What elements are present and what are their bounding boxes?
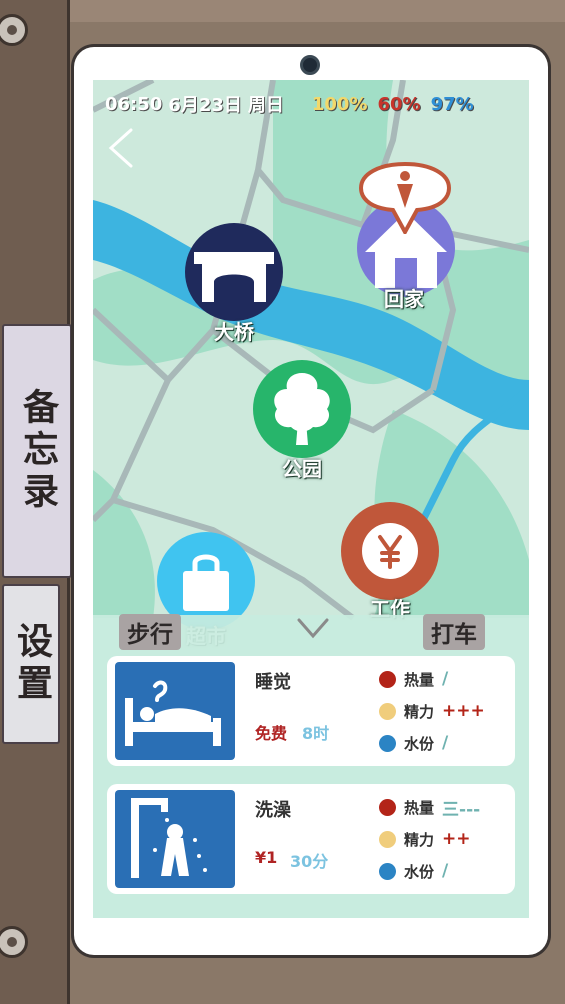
effect-calories: 热量 三--- bbox=[379, 796, 481, 820]
memo-tab-label: 备忘录 bbox=[17, 388, 58, 514]
shower-icon bbox=[131, 798, 207, 878]
taxi-button[interactable]: 打车 bbox=[423, 614, 485, 650]
effect-value: ++ bbox=[442, 829, 471, 849]
chevron-left-icon bbox=[108, 128, 133, 168]
binder-top-edge bbox=[60, 0, 565, 22]
sleep-icon-tile bbox=[115, 662, 235, 760]
camera-icon bbox=[300, 55, 320, 75]
effect-hydration: 水份 / bbox=[379, 732, 448, 754]
walk-button[interactable]: 步行 bbox=[119, 614, 181, 650]
effect-calories: 热量 / bbox=[379, 668, 448, 690]
action-name: 睡觉 bbox=[255, 672, 291, 693]
place-work[interactable] bbox=[341, 502, 439, 600]
action-duration: 30分 bbox=[290, 852, 329, 871]
settings-tab[interactable]: 设置 bbox=[2, 584, 60, 744]
phone-screen: 06:50 6月23日 周日 100% 60% 97% 大桥 回家 公园 工作 … bbox=[93, 80, 529, 918]
bed-icon bbox=[125, 680, 221, 746]
shower-icon-tile bbox=[115, 790, 235, 888]
action-card-sleep[interactable]: 睡觉 免费 8时 热量 / 精力 +++ 水份 / bbox=[107, 656, 515, 766]
taxi-button-label: 打车 bbox=[431, 622, 477, 648]
walk-button-label: 步行 bbox=[127, 622, 173, 648]
effect-label: 精力 bbox=[404, 702, 435, 721]
calories-dot-icon bbox=[379, 670, 396, 688]
effect-value: +++ bbox=[442, 701, 485, 721]
location-pin-icon bbox=[359, 162, 451, 234]
back-button[interactable] bbox=[105, 126, 135, 170]
effect-hydration: 水份 / bbox=[379, 860, 448, 882]
tree-icon bbox=[274, 373, 330, 445]
energy-dot-icon bbox=[379, 702, 396, 720]
action-card-shower[interactable]: 洗澡 ¥1 30分 热量 三--- 精力 ++ 水份 / bbox=[107, 784, 515, 894]
effect-value: / bbox=[442, 669, 449, 689]
bridge-icon bbox=[194, 252, 274, 302]
clock-time: 06:50 bbox=[105, 93, 163, 115]
settings-tab-label: 设置 bbox=[11, 622, 52, 706]
weekday-text: 周日 bbox=[247, 95, 284, 116]
calories-dot-icon bbox=[379, 798, 396, 816]
status-bar: 06:50 6月23日 周日 100% 60% 97% bbox=[105, 91, 517, 117]
stat-value: 97% bbox=[430, 93, 474, 115]
effect-label: 精力 bbox=[404, 830, 435, 849]
effect-value: 三--- bbox=[442, 799, 481, 820]
hydration-dot-icon bbox=[379, 862, 396, 880]
effect-value: / bbox=[442, 733, 449, 753]
place-bridge[interactable] bbox=[185, 223, 283, 321]
place-label-home: 回家 bbox=[384, 287, 424, 311]
chevron-down-icon bbox=[297, 618, 329, 639]
place-park[interactable] bbox=[253, 360, 351, 458]
effect-energy: 精力 +++ bbox=[379, 700, 485, 722]
action-name: 洗澡 bbox=[255, 800, 291, 821]
effect-label: 水份 bbox=[404, 862, 435, 881]
collapse-button[interactable] bbox=[295, 614, 331, 642]
action-cost: ¥1 bbox=[255, 848, 278, 867]
effect-energy: 精力 ++ bbox=[379, 828, 471, 850]
place-label-park: 公园 bbox=[282, 457, 322, 481]
action-cost: 免费 bbox=[255, 724, 288, 743]
hydration-dot-icon bbox=[379, 734, 396, 752]
effect-label: 水份 bbox=[404, 734, 435, 753]
stat-value: 60% bbox=[377, 93, 421, 115]
shopping-bag-icon bbox=[183, 554, 229, 611]
effect-label: 热量 bbox=[404, 670, 435, 689]
effect-value: / bbox=[442, 861, 449, 881]
place-label-bridge: 大桥 bbox=[214, 320, 254, 344]
action-duration: 8时 bbox=[302, 724, 330, 743]
date-text: 6月23日 bbox=[168, 95, 242, 116]
effect-label: 热量 bbox=[404, 798, 435, 817]
memo-tab[interactable]: 备忘录 bbox=[2, 324, 72, 578]
yen-coin-icon bbox=[362, 523, 418, 579]
stat-value: 100% bbox=[311, 93, 368, 115]
energy-dot-icon bbox=[379, 830, 396, 848]
